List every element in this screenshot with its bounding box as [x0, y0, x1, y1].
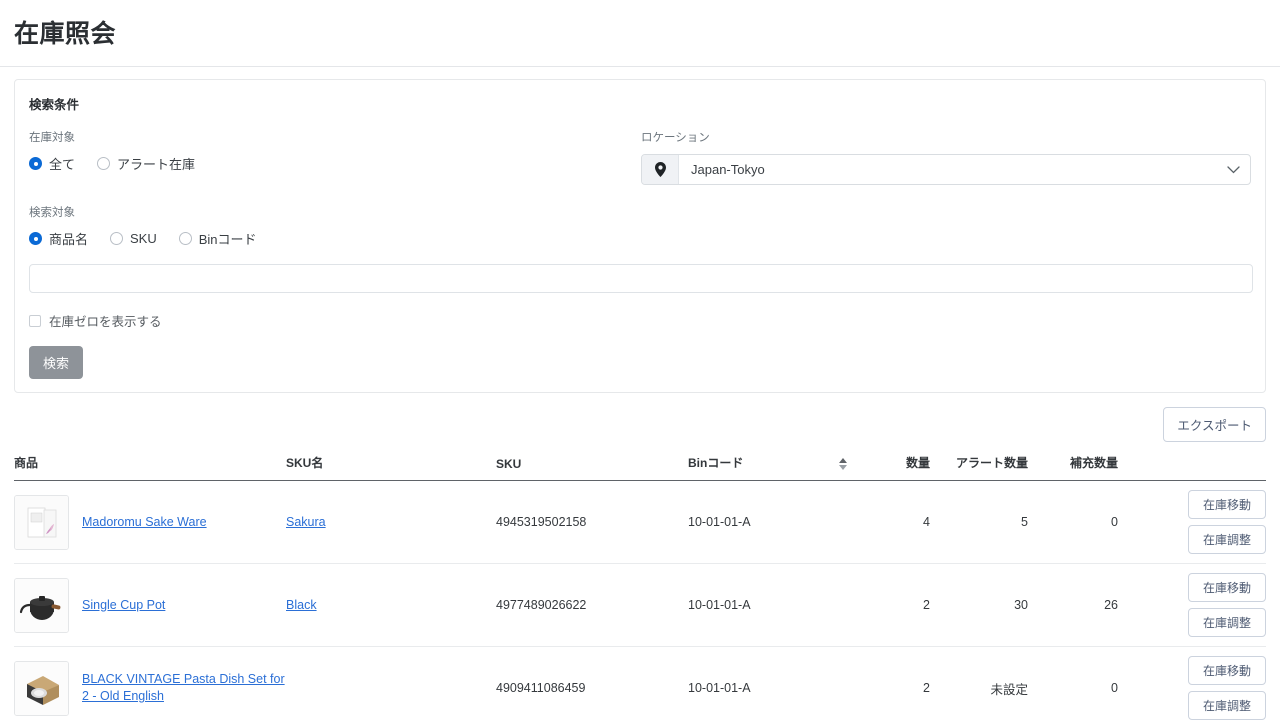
show-zero-stock-checkbox-row[interactable]: 在庫ゼロを表示する — [29, 311, 1251, 330]
sort-updown-icon[interactable] — [838, 457, 847, 470]
location-select[interactable]: Japan-Tokyo — [641, 154, 1251, 185]
search-button[interactable]: 検索 — [29, 346, 84, 379]
table-header-row: 商品 SKU名 SKU Binコード 数量 アラート数量 補充数量 — [14, 454, 1266, 481]
cell-sku: 4945319502158 — [496, 480, 688, 564]
sort-asc-arrow — [838, 457, 847, 463]
cell-sku: 4909411086459 — [496, 646, 688, 720]
cell-sku-name: Black — [286, 563, 496, 647]
search-conditions-heading: 検索条件 — [29, 98, 80, 112]
radio-indicator[interactable] — [29, 232, 42, 245]
radio-search-target-bin-code[interactable]: Binコード — [178, 229, 257, 248]
cell-product: Single Cup Pot — [14, 563, 286, 647]
radio-stock-target-alert[interactable]: アラート在庫 — [97, 154, 195, 173]
show-zero-stock-checkbox[interactable] — [29, 314, 41, 327]
cell-sku-name — [286, 646, 496, 720]
search-conditions-card: 検索条件 在庫対象 全て アラート在庫 ロケーション Japan-Tokyo 検… — [14, 79, 1266, 393]
location-selected-value: Japan-Tokyo — [691, 162, 765, 177]
keyword-search-input[interactable] — [29, 264, 1253, 293]
cell-alert-quantity: 未設定 — [930, 646, 1028, 720]
header-sku-name: SKU名 — [286, 454, 496, 481]
stock-target-label: 在庫対象 — [29, 132, 75, 144]
header-quantity: 数量 — [850, 454, 930, 481]
table-row: Single Cup Pot Black 4977489026622 10-01… — [14, 563, 1266, 647]
header-bin-code-label: Binコード — [688, 456, 744, 470]
header-product: 商品 — [14, 454, 286, 481]
radio-search-target-sku[interactable]: SKU — [110, 231, 157, 246]
stock-move-button[interactable]: 在庫移動 — [1188, 573, 1266, 602]
stock-adjust-button[interactable]: 在庫調整 — [1188, 608, 1266, 637]
location-label: ロケーション — [641, 132, 710, 144]
cell-product: BLACK VINTAGE Pasta Dish Set for 2 - Old… — [14, 646, 286, 720]
sort-desc-arrow — [838, 464, 847, 470]
cell-bin-code: 10-01-01-A — [688, 646, 850, 720]
map-pin-icon — [642, 155, 679, 184]
radio-indicator[interactable] — [178, 232, 192, 245]
cell-quantity: 2 — [850, 563, 930, 647]
radio-label: Binコード — [198, 232, 257, 247]
cell-quantity: 4 — [850, 480, 930, 564]
radio-label: 全て — [49, 157, 76, 172]
cell-actions: 在庫移動 在庫調整 — [1118, 480, 1266, 564]
table-body: Madoromu Sake Ware Sakura 4945319502158 … — [14, 480, 1266, 720]
product-name-link[interactable]: BLACK VINTAGE Pasta Dish Set for 2 - Old… — [82, 671, 286, 705]
sku-name-link[interactable]: Black — [286, 598, 317, 612]
cell-bin-code: 10-01-01-A — [688, 480, 850, 564]
inventory-inquiry-page: 在庫照会 検索条件 在庫対象 全て アラート在庫 ロケーション Japan-To… — [0, 0, 1280, 720]
sku-name-link[interactable]: Sakura — [286, 515, 326, 529]
cell-sku: 4977489026622 — [496, 563, 688, 647]
stock-move-button[interactable]: 在庫移動 — [1188, 656, 1266, 685]
title-divider — [0, 66, 1280, 67]
stock-adjust-button[interactable]: 在庫調整 — [1188, 525, 1266, 554]
radio-label: 商品名 — [49, 232, 89, 247]
radio-indicator[interactable] — [110, 232, 124, 245]
header-replenish-quantity: 補充数量 — [1028, 454, 1118, 481]
inventory-table: 商品 SKU名 SKU Binコード 数量 アラート数量 補充数量 Madoro… — [14, 454, 1266, 720]
stock-target-radio-group: 全て アラート在庫 — [29, 154, 641, 173]
cell-product: Madoromu Sake Ware — [14, 480, 286, 564]
pasta-dish-box-image — [14, 660, 69, 716]
stock-move-button[interactable]: 在庫移動 — [1188, 490, 1266, 519]
product-name-link[interactable]: Single Cup Pot — [82, 597, 165, 614]
cell-replenish-quantity: 0 — [1028, 480, 1118, 564]
table-row: Madoromu Sake Ware Sakura 4945319502158 … — [14, 480, 1266, 564]
header-sku: SKU — [496, 454, 688, 481]
product-name-link[interactable]: Madoromu Sake Ware — [82, 514, 207, 531]
cell-replenish-quantity: 26 — [1028, 563, 1118, 647]
header-actions — [1118, 454, 1266, 481]
stock-adjust-button[interactable]: 在庫調整 — [1188, 691, 1266, 720]
page-title: 在庫照会 — [14, 20, 117, 48]
black-kettle-image — [14, 577, 69, 633]
radio-search-target-product-name[interactable]: 商品名 — [29, 229, 88, 248]
table-header: 商品 SKU名 SKU Binコード 数量 アラート数量 補充数量 — [14, 454, 1266, 481]
cell-quantity: 2 — [850, 646, 930, 720]
cell-alert-quantity: 5 — [930, 480, 1028, 564]
radio-label: SKU — [130, 231, 157, 246]
export-button[interactable]: エクスポート — [1163, 407, 1266, 442]
radio-indicator[interactable] — [97, 157, 111, 170]
header-bin-code[interactable]: Binコード — [688, 454, 850, 481]
table-row: BLACK VINTAGE Pasta Dish Set for 2 - Old… — [14, 646, 1266, 720]
sake-ware-box-image — [14, 494, 69, 550]
cell-bin-code: 10-01-01-A — [688, 563, 850, 647]
show-zero-stock-label: 在庫ゼロを表示する — [49, 315, 162, 329]
header-alert-quantity: アラート数量 — [930, 454, 1028, 481]
cell-replenish-quantity: 0 — [1028, 646, 1118, 720]
chevron-down-icon[interactable] — [1216, 165, 1250, 174]
radio-indicator[interactable] — [29, 157, 42, 170]
search-target-radio-group: 商品名 SKU Binコード — [29, 229, 1251, 248]
cell-sku-name: Sakura — [286, 480, 496, 564]
cell-actions: 在庫移動 在庫調整 — [1118, 646, 1266, 720]
radio-label: アラート在庫 — [117, 157, 196, 172]
table-toolbar: エクスポート — [0, 407, 1266, 442]
radio-stock-target-all[interactable]: 全て — [29, 154, 75, 173]
cell-actions: 在庫移動 在庫調整 — [1118, 563, 1266, 647]
cell-alert-quantity: 30 — [930, 563, 1028, 647]
search-target-label: 検索対象 — [29, 207, 75, 219]
